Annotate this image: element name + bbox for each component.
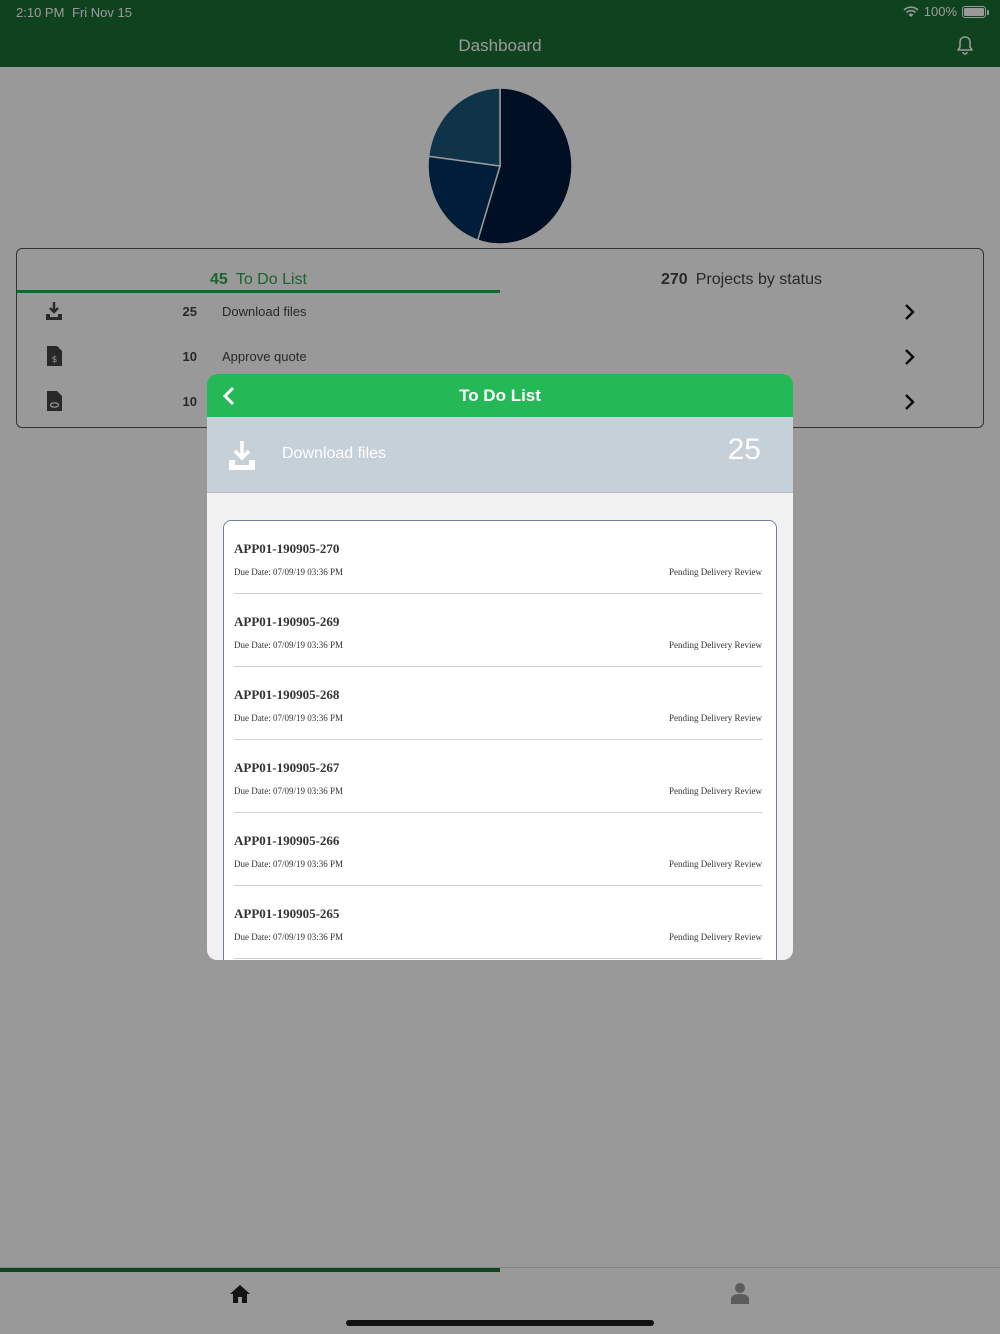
project-id: APP01-190905-270 — [234, 541, 340, 556]
project-id: APP01-190905-268 — [234, 687, 340, 702]
download-icon — [229, 441, 255, 470]
project-id: APP01-190905-266 — [234, 833, 340, 848]
list-item[interactable]: APP01-190905-265 Due Date: 07/09/19 03:3… — [234, 886, 762, 959]
project-status: Pending Delivery Review — [669, 932, 762, 942]
list-item[interactable]: APP01-190905-269 Due Date: 07/09/19 03:3… — [234, 594, 762, 667]
project-status: Pending Delivery Review — [669, 713, 762, 723]
project-id: APP01-190905-267 — [234, 760, 340, 775]
due-date: Due Date: 07/09/19 03:36 PM — [234, 640, 343, 650]
list-item[interactable]: APP01-190905-268 Due Date: 07/09/19 03:3… — [234, 667, 762, 740]
section-count: 25 — [727, 433, 761, 466]
list-item[interactable]: APP01-190905-270 Due Date: 07/09/19 03:3… — [234, 521, 762, 594]
modal-header: To Do List — [207, 374, 793, 417]
due-date: Due Date: 07/09/19 03:36 PM — [234, 786, 343, 796]
home-indicator — [346, 1320, 654, 1326]
due-date: Due Date: 07/09/19 03:36 PM — [234, 713, 343, 723]
project-id: APP01-190905-265 — [234, 906, 340, 921]
modal-section-header: Download files 25 — [207, 417, 793, 493]
section-label: Download files — [282, 445, 387, 462]
due-date: Due Date: 07/09/19 03:36 PM — [234, 932, 343, 942]
todo-list-modal: To Do List Download files 25 APP01-19090… — [207, 374, 793, 960]
project-list: APP01-190905-270 Due Date: 07/09/19 03:3… — [223, 520, 777, 960]
due-date: Due Date: 07/09/19 03:36 PM — [234, 859, 343, 869]
project-status: Pending Delivery Review — [669, 640, 762, 650]
due-date: Due Date: 07/09/19 03:36 PM — [234, 567, 343, 577]
project-status: Pending Delivery Review — [669, 786, 762, 796]
project-status: Pending Delivery Review — [669, 567, 762, 577]
list-item[interactable]: APP01-190905-266 Due Date: 07/09/19 03:3… — [234, 813, 762, 886]
modal-title: To Do List — [459, 386, 541, 405]
project-id: APP01-190905-269 — [234, 614, 340, 629]
list-item[interactable]: APP01-190905-267 Due Date: 07/09/19 03:3… — [234, 740, 762, 813]
project-status: Pending Delivery Review — [669, 859, 762, 869]
